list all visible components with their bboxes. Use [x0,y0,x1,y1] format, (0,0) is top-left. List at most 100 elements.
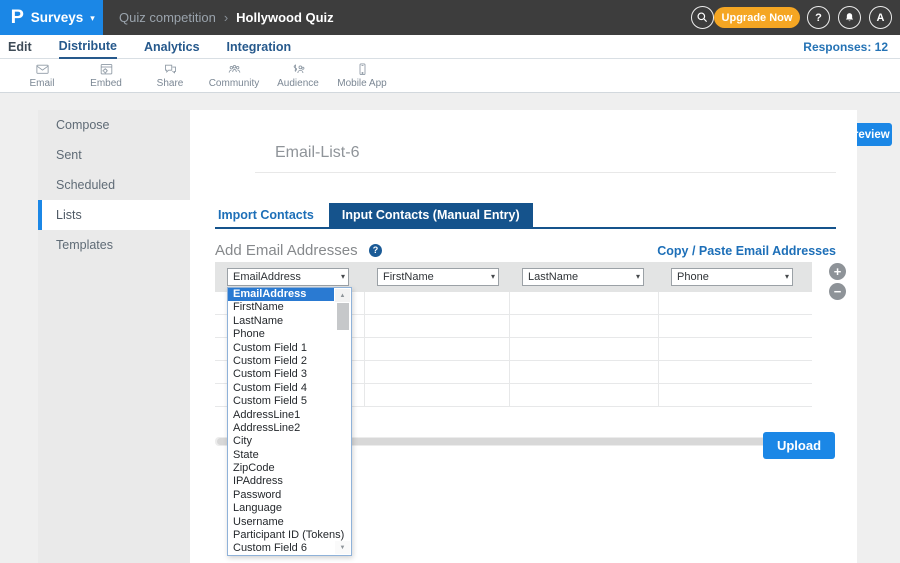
dropdown-option[interactable]: Phone [228,328,350,341]
remove-row-button[interactable]: − [829,283,846,300]
dropdown-option[interactable]: Custom Field 5 [228,395,350,408]
field-select-value: FirstName [383,271,434,283]
dropdown-option[interactable]: State [228,449,350,462]
tab-input-contacts-manual[interactable]: Input Contacts (Manual Entry) [329,203,533,227]
field-select-phone[interactable]: Phone ▾ [671,268,793,286]
dropdown-option[interactable]: IPAddress [228,475,350,488]
search-button[interactable] [691,6,714,29]
toolbar-item-audience[interactable]: Audience [266,59,330,92]
upgrade-now-button[interactable]: Upgrade Now [714,7,800,28]
table-cell[interactable] [659,315,812,337]
dropdown-option[interactable]: Username [228,516,350,529]
scrollbar-down-arrow[interactable]: ▼ [335,541,350,554]
upload-button[interactable]: Upload [763,432,835,459]
toolbar-item-label: Share [157,78,184,89]
field-select-first-name[interactable]: FirstName ▾ [377,268,499,286]
nav-item-edit[interactable]: Edit [8,36,32,58]
dropdown-option[interactable]: FirstName [228,301,350,314]
bell-icon [843,11,856,24]
table-cell[interactable] [659,384,812,406]
mobile-app-icon [354,62,371,77]
minus-icon: − [834,285,842,298]
table-cell[interactable] [510,361,659,383]
survey-nav: Edit Distribute Analytics Integration Re… [0,35,900,59]
field-select-value: EmailAddress [233,271,301,283]
title-divider [255,172,836,173]
avatar-initial: A [877,12,885,24]
help-button[interactable]: ? [807,6,830,29]
sidebar-item-templates[interactable]: Templates [38,230,190,260]
breadcrumb-separator-icon: › [224,10,228,25]
dropdown-option[interactable]: Custom Field 4 [228,382,350,395]
tab-import-contacts[interactable]: Import Contacts [215,203,329,227]
dropdown-option[interactable]: Custom Field 2 [228,355,350,368]
distribute-toolbar: Email Embed Share Community [0,59,900,93]
table-cell[interactable] [510,338,659,360]
table-cell[interactable] [365,338,510,360]
sidebar-item-sent[interactable]: Sent [38,140,190,170]
scrollbar-thumb[interactable] [337,303,349,330]
toolbar-item-community[interactable]: Community [202,59,266,92]
field-select-value: LastName [528,271,578,283]
dropdown-option[interactable]: Language [228,502,350,515]
chevron-down-icon: ▾ [90,13,95,24]
table-cell[interactable] [510,315,659,337]
add-row-button[interactable]: + [829,263,846,280]
notifications-button[interactable] [838,6,861,29]
table-cell[interactable] [365,361,510,383]
breadcrumb-parent[interactable]: Quiz competition [119,10,216,25]
table-cell[interactable] [510,384,659,406]
field-options-dropdown: EmailAddress FirstName LastName Phone Cu… [227,287,352,556]
dropdown-option[interactable]: Participant ID (Tokens) [228,529,350,542]
scrollbar-up-arrow[interactable]: ▲ [335,289,350,302]
dropdown-option[interactable]: Password [228,489,350,502]
field-select-email-address[interactable]: EmailAddress ▾ [227,268,349,286]
audience-icon [290,62,307,77]
dropdown-option[interactable]: Custom Field 3 [228,368,350,381]
question-icon: ? [815,12,822,24]
chevron-down-icon: ▾ [636,269,640,285]
nav-item-analytics[interactable]: Analytics [144,36,200,58]
table-cell[interactable] [365,315,510,337]
chevron-down-icon: ▾ [491,269,495,285]
contacts-tabs: Import Contacts Input Contacts (Manual E… [215,203,533,227]
responses-count[interactable]: Responses: 12 [803,35,888,59]
field-select-last-name[interactable]: LastName ▾ [522,268,644,286]
nav-item-integration[interactable]: Integration [227,36,292,58]
table-cell[interactable] [365,292,510,314]
chevron-down-icon: ▾ [341,269,345,285]
toolbar-item-embed[interactable]: Embed [74,59,138,92]
plus-icon: + [834,265,842,278]
table-cell[interactable] [659,361,812,383]
table-cell[interactable] [659,338,812,360]
dropdown-option[interactable]: City [228,435,350,448]
dropdown-option[interactable]: AddressLine1 [228,409,350,422]
toolbar-item-mobile-app[interactable]: Mobile App [330,59,394,92]
dropdown-option[interactable]: Custom Field 1 [228,342,350,355]
dropdown-option[interactable]: Custom Field 6 [228,542,350,555]
copy-paste-link[interactable]: Copy / Paste Email Addresses [657,244,836,258]
toolbar-item-share[interactable]: Share [138,59,202,92]
tabs-underline [215,227,836,229]
embed-icon [98,62,115,77]
toolbar-item-label: Mobile App [337,78,386,89]
dropdown-option[interactable]: AddressLine2 [228,422,350,435]
dropdown-option[interactable]: EmailAddress [228,288,334,301]
nav-item-distribute[interactable]: Distribute [59,35,117,59]
dropdown-option[interactable]: LastName [228,315,350,328]
help-icon[interactable]: ? [369,244,382,257]
sidebar-item-scheduled[interactable]: Scheduled [38,170,190,200]
questionpro-logo[interactable]: P Surveys ▾ [0,0,103,35]
toolbar-item-email[interactable]: Email [10,59,74,92]
add-email-section-header: Add Email Addresses ? Copy / Paste Email… [215,242,836,260]
sidebar-item-compose[interactable]: Compose [38,110,190,140]
search-icon [696,11,709,24]
sidebar-item-lists[interactable]: Lists [38,200,190,230]
table-cell[interactable] [659,292,812,314]
dropdown-option[interactable]: ZipCode [228,462,350,475]
arrow-down-icon: ▼ [340,545,346,551]
table-cell[interactable] [365,384,510,406]
avatar[interactable]: A [869,6,892,29]
top-bar: P Surveys ▾ Quiz competition › Hollywood… [0,0,900,35]
table-cell[interactable] [510,292,659,314]
